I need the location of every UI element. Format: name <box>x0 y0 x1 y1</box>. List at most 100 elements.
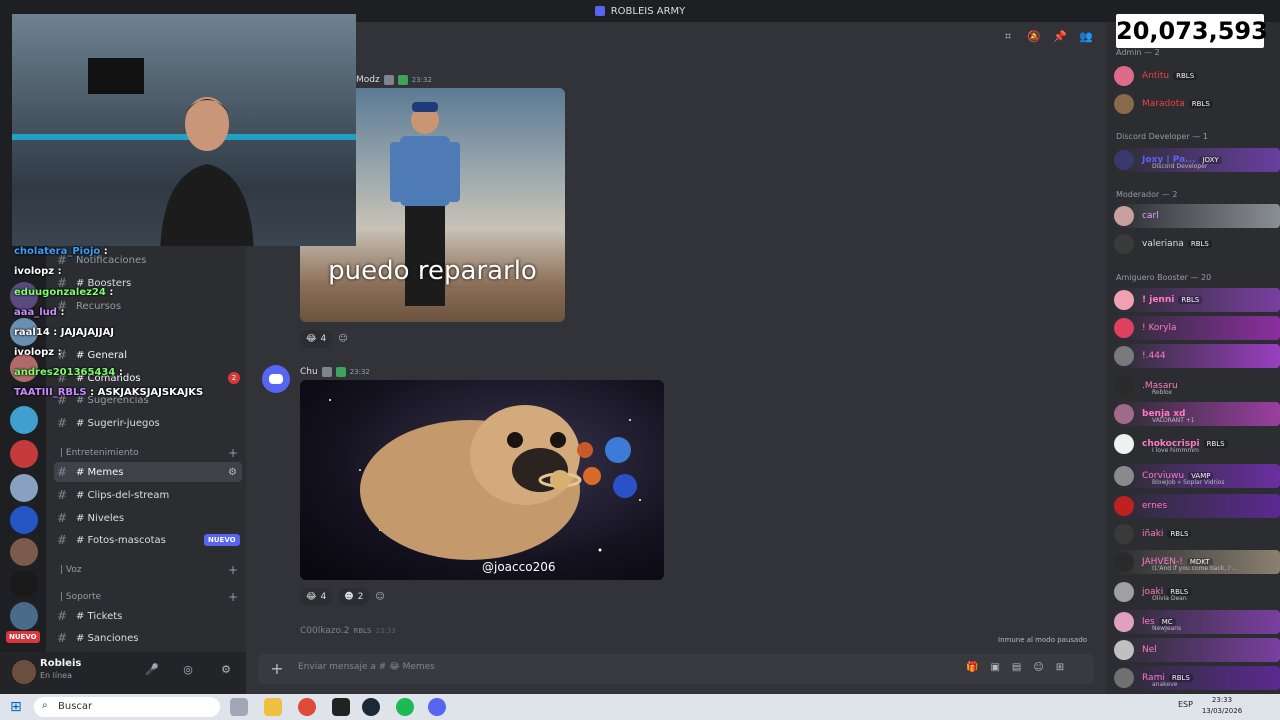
gif-icon[interactable]: ▣ <box>990 662 999 673</box>
badge-icon <box>335 367 346 377</box>
hash-icon: # <box>56 416 68 430</box>
server-icon-10[interactable] <box>10 602 38 630</box>
reaction-laugh[interactable]: 😂 4 <box>300 588 333 606</box>
member-category-booster: Amiguero Booster — 20 <box>1116 273 1212 282</box>
category-voz[interactable]: | Voz + <box>60 563 238 577</box>
category-soporte[interactable]: | Soporte + <box>60 590 238 604</box>
pug-illustration <box>329 399 641 560</box>
member-item[interactable]: Rami RBLS anakeve <box>1114 666 1280 690</box>
member-item[interactable]: Nel <box>1114 638 1280 662</box>
apps-icon[interactable]: ⊞ <box>1056 662 1064 673</box>
epic-games-icon[interactable] <box>332 698 350 716</box>
member-item[interactable]: ernes <box>1114 494 1280 518</box>
member-item[interactable]: Antitu RBLS <box>1114 64 1280 88</box>
member-item[interactable]: Joxy | Pa... JOXY Discord Developer <box>1114 148 1280 172</box>
windows-start-icon[interactable]: ⊞ <box>10 700 24 714</box>
channel-recursos[interactable]: # Recursos <box>54 296 242 316</box>
avatar <box>1114 668 1134 688</box>
channel-general[interactable]: # # General <box>54 345 242 365</box>
server-icon-4[interactable] <box>10 406 38 434</box>
headphones-icon[interactable]: ◎ <box>180 662 196 678</box>
role-tag: RBLS <box>353 627 372 635</box>
server-icon-5[interactable] <box>10 440 38 468</box>
message-image-space-pug[interactable]: @joacco206 <box>300 380 664 580</box>
file-explorer-icon[interactable] <box>264 698 282 716</box>
member-item[interactable]: valeriana RBLS <box>1114 232 1280 256</box>
add-channel-icon[interactable]: + <box>228 563 238 577</box>
task-view-icon[interactable] <box>230 698 248 716</box>
member-item[interactable]: JAHVEN-! MDKT (L'And if you come back, i'.… <box>1114 550 1280 574</box>
avatar[interactable] <box>262 365 290 393</box>
steam-icon[interactable] <box>362 698 380 716</box>
avatar <box>1114 524 1134 544</box>
message-author[interactable]: Modz <box>356 75 380 85</box>
message-author[interactable]: Chu <box>300 367 318 377</box>
member-item[interactable]: Maradota RBLS <box>1114 92 1280 116</box>
member-item[interactable]: iñaki RBLS <box>1114 522 1280 546</box>
webcam-overlay <box>12 14 356 246</box>
channel-memes[interactable]: # # Memes ⚙ <box>54 462 242 482</box>
message-input[interactable]: + Enviar mensaje a # 😂 Memes 🎁 ▣ ▤ ☺ ⊞ <box>258 654 1094 684</box>
attach-plus-icon[interactable]: + <box>268 660 286 678</box>
member-category-moderador: Moderador — 2 <box>1116 190 1178 199</box>
avatar <box>1114 582 1134 602</box>
overlay-chat-line: raal14 : JAJAJAJJAJ <box>14 327 115 338</box>
reaction-custom[interactable]: ☻ 2 <box>338 588 370 606</box>
gift-icon[interactable]: 🎁 <box>966 662 978 673</box>
member-item[interactable]: .Masaru Roblox <box>1114 374 1280 398</box>
microphone-icon[interactable]: 🎤 <box>144 662 160 678</box>
member-item[interactable]: ! Koryla <box>1114 316 1280 340</box>
members-icon[interactable]: 👥 <box>1078 30 1094 46</box>
channel-tickets[interactable]: # # Tickets <box>54 606 242 626</box>
language-indicator[interactable]: ESP <box>1178 700 1193 709</box>
add-channel-icon[interactable]: + <box>228 446 238 460</box>
add-reaction-icon[interactable]: ☺ <box>375 592 384 602</box>
channel-sugerir-juegos[interactable]: # # Sugerir-juegos <box>54 413 242 433</box>
member-item[interactable]: ! jenni RBLS <box>1114 288 1280 312</box>
spotify-icon[interactable] <box>396 698 414 716</box>
role-icon <box>383 75 394 85</box>
avatar <box>1114 206 1134 226</box>
discord-logo-icon <box>594 6 605 16</box>
laugh-emoji-icon: 😂 <box>306 592 317 602</box>
server-icon-6[interactable] <box>10 474 38 502</box>
discord-app: ROBLEIS ARMY NUEVO # Notificaciones # # Bo… <box>0 0 1280 694</box>
server-icon-9[interactable] <box>10 570 38 598</box>
channel-clips[interactable]: # # Clips-del-stream <box>54 485 242 505</box>
settings-gear-icon[interactable]: ⚙ <box>218 662 234 678</box>
message-time: 23:32 <box>411 76 432 84</box>
emoji-icon[interactable]: ☺ <box>1033 662 1043 673</box>
gear-icon[interactable]: ⚙ <box>228 467 237 478</box>
member-item[interactable]: chokocrispi RBLS I love himmmm <box>1114 432 1280 456</box>
avatar <box>1114 612 1134 632</box>
add-reaction-icon[interactable]: ☺ <box>338 334 347 344</box>
avatar <box>1114 640 1134 660</box>
member-item[interactable]: carl <box>1114 204 1280 228</box>
member-item[interactable]: !.444 <box>1114 344 1280 368</box>
mute-bell-icon[interactable]: 🔕 <box>1026 30 1042 46</box>
tiktok-watermark: @joacco206 <box>482 560 556 574</box>
server-icon-8[interactable] <box>10 538 38 566</box>
role-icon <box>321 367 332 377</box>
message-header: Modz 23:32 <box>356 75 432 85</box>
avatar[interactable] <box>12 660 36 684</box>
threads-icon[interactable]: ⌗ <box>1000 30 1016 46</box>
add-channel-icon[interactable]: + <box>228 590 238 604</box>
category-entretenimiento[interactable]: | Entretenimiento + <box>60 446 238 460</box>
server-icon-7[interactable] <box>10 506 38 534</box>
channel-sanciones[interactable]: # # Sanciones <box>54 628 242 648</box>
channel-niveles[interactable]: # # Niveles <box>54 508 242 528</box>
message-author[interactable]: C00lkazo.2 <box>300 626 349 636</box>
taskbar-search[interactable]: Buscar <box>34 697 220 717</box>
taskbar-clock[interactable]: 23:33 13/03/2026 <box>1200 695 1244 717</box>
chrome-icon[interactable] <box>298 698 316 716</box>
member-item[interactable]: benja xd VALORANT +1 <box>1114 402 1280 426</box>
avatar <box>1114 496 1134 516</box>
member-item[interactable]: les MC NewJeans <box>1114 610 1280 634</box>
reaction-laugh[interactable]: 😂 4 <box>300 330 333 348</box>
discord-taskbar-icon[interactable] <box>428 698 446 716</box>
sticker-icon[interactable]: ▤ <box>1012 662 1021 673</box>
pin-icon[interactable]: 📌 <box>1052 30 1068 46</box>
member-item[interactable]: Corviuwu VAMP BlowJob » Soplar Vidrios <box>1114 464 1280 488</box>
member-item[interactable]: joaki RBLS Olivia Dean <box>1114 580 1280 604</box>
